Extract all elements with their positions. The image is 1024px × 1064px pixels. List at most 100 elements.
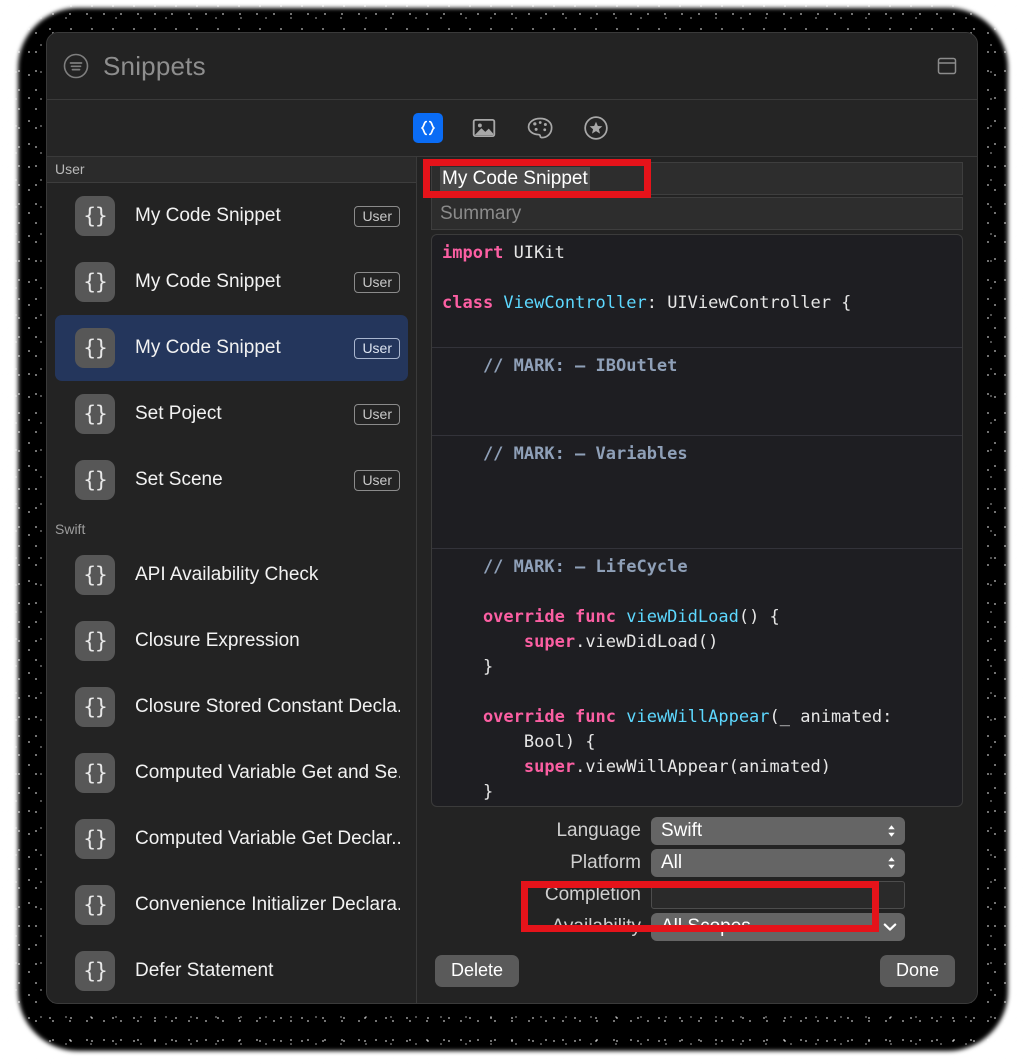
filter-circle-icon — [63, 53, 89, 79]
list-item-selected[interactable]: {} My Code Snippet User — [55, 315, 408, 381]
panel-window-icon[interactable] — [935, 54, 959, 78]
list-item-label: Computed Variable Get and Se... — [135, 762, 400, 784]
code-line — [432, 680, 962, 705]
star-circle-icon — [583, 115, 609, 141]
status-badge: User — [354, 470, 400, 491]
chevron-down-icon — [883, 922, 897, 932]
code-line: import UIKit — [432, 241, 962, 266]
code-line — [432, 404, 962, 429]
row-language: Language Swift — [431, 815, 963, 847]
image-icon — [471, 115, 497, 141]
group-header-swift: Swift — [47, 513, 416, 542]
code-line — [432, 379, 962, 404]
language-value: Swift — [661, 820, 886, 842]
list-item-label: Defer Statement — [135, 960, 400, 982]
list-item-label: Closure Stored Constant Decla... — [135, 696, 400, 718]
window-body: User {} My Code Snippet User {} My Code … — [47, 157, 977, 1003]
list-item-label: Set Poject — [135, 403, 334, 425]
list-item-label: Convenience Initializer Declara... — [135, 894, 400, 916]
list-item-label: My Code Snippet — [135, 337, 334, 359]
code-line: super.viewWillAppear(animated) — [432, 755, 962, 780]
code-braces-icon: {} — [75, 951, 115, 991]
code-line — [432, 517, 962, 542]
code-line — [432, 467, 962, 492]
window-titlebar: Snippets — [47, 33, 977, 99]
code-braces-icon: {} — [75, 196, 115, 236]
snippet-code-editor[interactable]: import UIKit class ViewController: UIView… — [431, 234, 963, 807]
list-item[interactable]: {} Computed Variable Get Declar... — [55, 806, 408, 872]
snippet-list-user: {} My Code Snippet User {} My Code Snipp… — [47, 183, 416, 513]
tab-favorites[interactable] — [581, 113, 611, 143]
snippet-settings-form: Language Swift Platform — [431, 807, 963, 945]
code-line — [432, 316, 962, 341]
code-braces-icon: {} — [75, 753, 115, 793]
code-braces-icon: {} — [75, 262, 115, 302]
language-select[interactable]: Swift — [651, 817, 905, 845]
completion-input[interactable] — [651, 881, 905, 909]
snippet-summary-placeholder: Summary — [440, 203, 521, 225]
chevron-updown-icon — [886, 855, 897, 871]
code-braces-icon: {} — [75, 460, 115, 500]
availability-select[interactable]: All Scopes — [651, 913, 905, 941]
status-badge: User — [354, 272, 400, 293]
snippet-title-value: My Code Snippet — [440, 167, 590, 191]
code-braces-icon: {} — [75, 687, 115, 727]
snippet-sidebar[interactable]: User {} My Code Snippet User {} My Code … — [47, 157, 417, 1003]
code-line: Bool) { — [432, 730, 962, 755]
code-line — [432, 266, 962, 291]
platform-value: All — [661, 852, 886, 874]
code-braces-icon: {} — [75, 885, 115, 925]
code-line — [432, 492, 962, 517]
snippet-title-input[interactable]: My Code Snippet — [431, 162, 963, 195]
row-completion: Completion — [431, 879, 963, 911]
color-palette-icon — [526, 115, 554, 141]
list-item[interactable]: {} Defer Statement — [55, 938, 408, 1003]
list-item[interactable]: {} My Code Snippet User — [55, 249, 408, 315]
list-item-label: My Code Snippet — [135, 271, 334, 293]
code-block: // MARK: – Variables — [432, 435, 962, 548]
list-item-label: API Availability Check — [135, 564, 400, 586]
code-line: // MARK: – IBOutlet — [432, 354, 962, 379]
list-item[interactable]: {} My Code Snippet User — [55, 183, 408, 249]
list-item[interactable]: {} Convenience Initializer Declara... — [55, 872, 408, 938]
group-header-user: User — [47, 157, 416, 183]
snippet-summary-input[interactable]: Summary — [431, 197, 963, 230]
delete-button[interactable]: Delete — [435, 955, 519, 987]
code-braces-icon — [418, 118, 438, 138]
code-line: } — [432, 780, 962, 805]
detail-footer: Delete Done — [431, 945, 963, 1003]
library-tabstrip — [47, 99, 977, 157]
list-item[interactable]: {} Set Poject User — [55, 381, 408, 447]
list-item[interactable]: {} Set Scene User — [55, 447, 408, 513]
code-braces-icon: {} — [75, 555, 115, 595]
availability-value: All Scopes — [661, 916, 883, 938]
snippet-list-swift: {} API Availability Check {} Closure Exp… — [47, 542, 416, 1003]
list-item-label: My Code Snippet — [135, 205, 334, 227]
tab-color[interactable] — [525, 113, 555, 143]
list-item-label: Set Scene — [135, 469, 334, 491]
tab-code-snippets[interactable] — [413, 113, 443, 143]
code-block: // MARK: – LifeCycle override func viewD… — [432, 548, 962, 807]
done-button[interactable]: Done — [880, 955, 955, 987]
code-line: // MARK: – LifeCycle — [432, 555, 962, 580]
tab-media[interactable] — [469, 113, 499, 143]
list-item[interactable]: {} Closure Stored Constant Decla... — [55, 674, 408, 740]
list-item[interactable]: {} Closure Expression — [55, 608, 408, 674]
page-title: Snippets — [103, 51, 206, 82]
code-line: super.viewDidLoad() — [432, 630, 962, 655]
list-item[interactable]: {} Computed Variable Get and Se... — [55, 740, 408, 806]
code-braces-icon: {} — [75, 819, 115, 859]
row-availability: Availability All Scopes — [431, 911, 963, 943]
chevron-updown-icon — [886, 823, 897, 839]
list-item[interactable]: {} API Availability Check — [55, 542, 408, 608]
code-line: } — [432, 655, 962, 680]
code-line — [432, 580, 962, 605]
completion-label: Completion — [431, 884, 641, 906]
code-braces-icon: {} — [75, 621, 115, 661]
code-braces-icon: {} — [75, 328, 115, 368]
titlebar-left-group: Snippets — [63, 51, 206, 82]
code-line: class ViewController: UIViewController { — [432, 291, 962, 316]
status-badge: User — [354, 338, 400, 359]
platform-select[interactable]: All — [651, 849, 905, 877]
platform-label: Platform — [431, 852, 641, 874]
